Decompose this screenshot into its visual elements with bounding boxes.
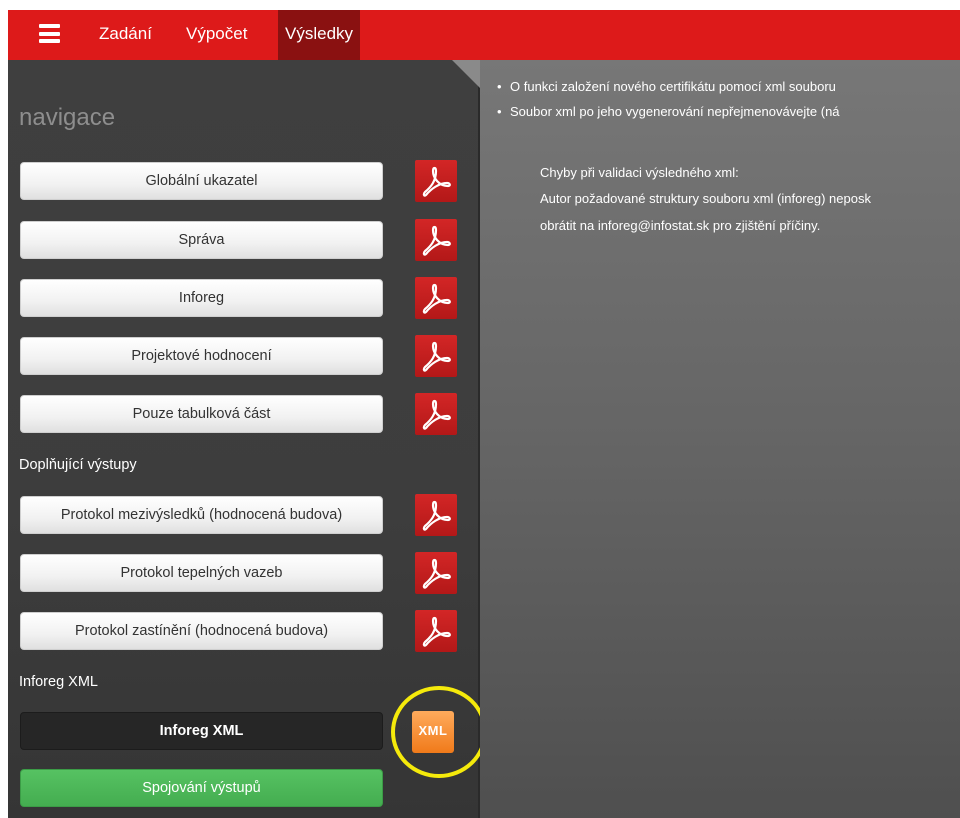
pdf-icon[interactable]	[415, 494, 457, 536]
info-list: O funkci založení nového certifikátu pom…	[497, 79, 840, 129]
button-pouze-tabulkova-cast[interactable]: Pouze tabulková část	[20, 395, 383, 433]
sidebar-title: navigace	[19, 104, 116, 131]
button-projektove-hodnoceni[interactable]: Projektové hodnocení	[20, 337, 383, 375]
navigation-sidebar: navigace Globální ukazatel Správa Infore…	[8, 60, 487, 818]
inforeg-xml-label: Inforeg XML	[19, 674, 98, 690]
supplementary-outputs-label: Doplňující výstupy	[19, 457, 137, 473]
tab-vysledky[interactable]: Výsledky	[278, 10, 361, 60]
pdf-icon[interactable]	[415, 610, 457, 652]
xml-icon-text: XML	[418, 723, 448, 738]
pdf-icon[interactable]	[415, 160, 457, 202]
button-protokol-zastineni[interactable]: Protokol zastínění (hodnocená budova)	[20, 612, 383, 650]
pdf-icon[interactable]	[415, 393, 457, 435]
button-protokol-mezivysledku[interactable]: Protokol mezivýsledků (hodnocená budova)	[20, 496, 383, 534]
button-protokol-tepelnych-vazeb[interactable]: Protokol tepelných vazeb	[20, 554, 383, 592]
pdf-icon[interactable]	[415, 219, 457, 261]
sidebar-corner-notch	[452, 60, 480, 88]
info-list-item: O funkci založení nového certifikátu pom…	[497, 79, 840, 104]
xml-file-icon[interactable]: XML	[412, 711, 454, 753]
button-inforeg[interactable]: Inforeg	[20, 279, 383, 317]
button-sprava[interactable]: Správa	[20, 221, 383, 259]
error-text-line: Autor požadované struktury souboru xml (…	[540, 191, 871, 206]
button-inforeg-xml[interactable]: Inforeg XML	[20, 712, 383, 750]
error-heading: Chyby při validaci výsledného xml:	[540, 165, 739, 180]
button-spojovani-vystupu[interactable]: Spojování výstupů	[20, 769, 383, 807]
hamburger-menu-icon[interactable]	[39, 24, 60, 43]
pdf-icon[interactable]	[415, 277, 457, 319]
tab-vypocet[interactable]: Výpočet	[179, 10, 254, 60]
button-globalni-ukazatel[interactable]: Globální ukazatel	[20, 162, 383, 200]
info-list-item: Soubor xml po jeho vygenerování nepřejme…	[497, 104, 840, 129]
pdf-icon[interactable]	[415, 552, 457, 594]
tab-zadani[interactable]: Zadání	[92, 10, 159, 60]
top-navbar: Zadání Výpočet Výsledky	[8, 10, 960, 60]
content-panel: O funkci založení nového certifikátu pom…	[480, 60, 960, 818]
pdf-icon[interactable]	[415, 335, 457, 377]
error-text-line: obrátit na inforeg@infostat.sk pro zjišt…	[540, 218, 821, 233]
